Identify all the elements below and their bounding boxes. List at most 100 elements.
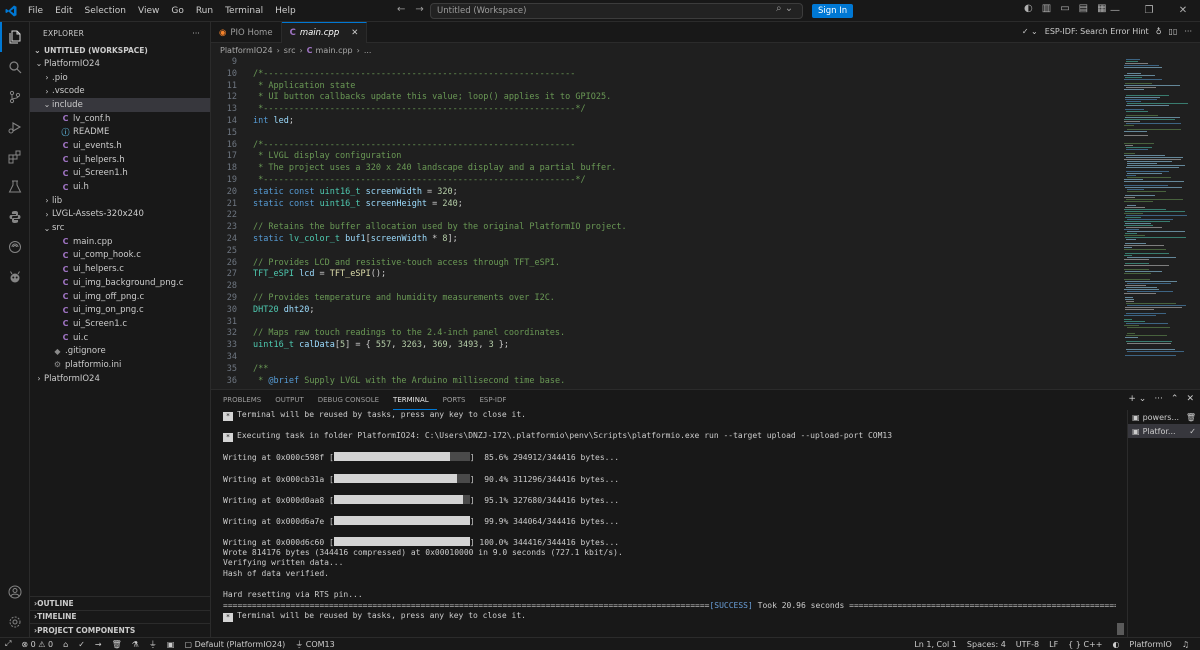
lightbulb-icon[interactable]: ♁ [1156, 27, 1162, 36]
tree-item[interactable]: Cui_img_on_png.c [30, 303, 210, 317]
tree-item[interactable]: Cui_comp_hook.c [30, 249, 210, 263]
code-line[interactable]: 25 [211, 246, 1121, 258]
platformio-icon[interactable] [0, 262, 30, 292]
tree-item[interactable]: Cui.h [30, 180, 210, 194]
code-line[interactable]: 12 * UI button callbacks update this val… [211, 92, 1121, 104]
minimap[interactable] [1121, 57, 1200, 389]
code-line[interactable]: 18 * The project uses a 320 x 240 landsc… [211, 163, 1121, 175]
toggle-secondary-sidebar-icon[interactable]: ▤ [1079, 3, 1088, 14]
tree-item[interactable]: ⌄ src [30, 221, 210, 235]
indentation[interactable]: Spaces: 4 [962, 640, 1011, 649]
tree-item[interactable]: Cui_Screen1.h [30, 167, 210, 181]
code-line[interactable]: 31 [211, 317, 1121, 329]
code-line[interactable]: 20 static const uint16_t screenWidth = 32… [211, 187, 1121, 199]
code-line[interactable]: 19 *------------------------------------… [211, 175, 1121, 187]
tree-item[interactable]: Cui_helpers.h [30, 153, 210, 167]
back-arrow-icon[interactable]: ← [397, 4, 405, 15]
home-icon[interactable]: ⌂ [58, 640, 73, 649]
new-terminal-icon[interactable]: ▣ [162, 640, 180, 649]
forward-arrow-icon[interactable]: → [415, 4, 423, 15]
tree-item[interactable]: ⌄ include [30, 98, 210, 112]
copilot-icon[interactable]: ◐ [1024, 3, 1033, 14]
clean-trash-icon[interactable]: 🗑 [107, 640, 127, 649]
menu-item-view[interactable]: View [132, 0, 165, 22]
tree-item[interactable]: ⓘ README [30, 125, 210, 139]
breadcrumb-item[interactable]: src [284, 46, 296, 55]
maximize-panel-icon[interactable]: ⌃ [1171, 394, 1179, 404]
tree-item[interactable]: Cui.c [30, 331, 210, 345]
source-control-icon[interactable] [0, 82, 30, 112]
tree-item[interactable]: ⚙ platformio.ini [30, 358, 210, 372]
code-line[interactable]: 21 static const uint16_t screenHeight = 2… [211, 199, 1121, 211]
terminal-output[interactable]: * Terminal will be reused by tasks, press… [211, 410, 1116, 638]
code-line[interactable]: 26 // Provides LCD and resistive-touch ac… [211, 258, 1121, 270]
notifications-bell-icon[interactable]: ♫ [1177, 640, 1194, 649]
menu-item-edit[interactable]: Edit [49, 0, 78, 22]
code-line[interactable]: 24 static lv_color_t buf1[screenWidth * 8… [211, 234, 1121, 246]
split-editor-icon[interactable]: ▯▯ [1169, 27, 1178, 36]
explorer-icon[interactable] [0, 22, 30, 52]
tree-item[interactable]: › PlatformIO24 [30, 372, 210, 386]
tab-terminal[interactable]: TERMINAL [393, 390, 437, 410]
esp-idf-hint-button[interactable]: ESP-IDF: Search Error Hint [1045, 27, 1149, 36]
tree-item[interactable]: Cui_events.h [30, 139, 210, 153]
menu-item-go[interactable]: Go [165, 0, 189, 22]
tab-esp-idf[interactable]: ESP-IDF [479, 390, 514, 410]
tab-ports[interactable]: PORTS [443, 390, 474, 410]
accounts-icon[interactable] [0, 577, 30, 607]
menu-item-help[interactable]: Help [269, 0, 302, 22]
code-line[interactable]: 22 [211, 210, 1121, 222]
cursor-position[interactable]: Ln 1, Col 1 [909, 640, 962, 649]
build-check-icon[interactable]: ✓ [73, 640, 90, 649]
code-line[interactable]: 28 [211, 281, 1121, 293]
platformio-status[interactable]: PlatformIO [1124, 640, 1176, 649]
code-line[interactable]: 36 * @brief Supply LVGL with the Arduino… [211, 376, 1121, 388]
scrollbar-thumb[interactable] [1117, 623, 1124, 635]
remote-icon[interactable]: ⤢ [0, 639, 16, 649]
new-terminal-icon[interactable]: + ⌄ [1128, 394, 1146, 404]
settings-gear-icon[interactable] [0, 607, 30, 637]
code-line[interactable]: 10 /*------------------------------------… [211, 69, 1121, 81]
menu-item-file[interactable]: File [22, 0, 49, 22]
copilot-icon[interactable]: ◐ [1107, 640, 1124, 649]
language-mode[interactable]: { } C++ [1063, 640, 1107, 649]
tree-item[interactable]: › .pio [30, 71, 210, 85]
close-tab-icon[interactable]: ✕ [351, 28, 358, 38]
tree-item[interactable]: Cui_img_background_png.c [30, 276, 210, 290]
python-icon[interactable] [0, 202, 30, 232]
code-line[interactable]: 17 * LVGL display configuration [211, 151, 1121, 163]
breadcrumb-item[interactable]: PlatformIO24 [220, 46, 273, 55]
tree-item[interactable]: Cui_helpers.c [30, 262, 210, 276]
workspace-section[interactable]: ⌄ UNTITLED (WORKSPACE) [30, 44, 210, 57]
menu-item-selection[interactable]: Selection [79, 0, 132, 22]
breadcrumb-item[interactable]: ... [364, 46, 372, 55]
code-line[interactable]: 15 [211, 128, 1121, 140]
code-line[interactable]: 14 int led; [211, 116, 1121, 128]
terminal-scrollbar[interactable] [1117, 410, 1127, 638]
code-line[interactable]: 34 [211, 352, 1121, 364]
close-panel-icon[interactable]: ✕ [1186, 394, 1194, 404]
code-line[interactable]: 13 *------------------------------------… [211, 104, 1121, 116]
sign-in-button[interactable]: Sign In [812, 4, 854, 18]
tab-debug-console[interactable]: DEBUG CONSOLE [318, 390, 387, 410]
code-line[interactable]: 16 /*------------------------------------… [211, 140, 1121, 152]
code-editor[interactable]: 9 10 /*-----------------------------------… [211, 57, 1121, 389]
remote-explorer-icon[interactable] [0, 232, 30, 262]
terminal-item-platformio[interactable]: ▣ Platfor... ✓ [1128, 424, 1200, 438]
code-line[interactable]: 35 /** [211, 364, 1121, 376]
run-debug-icon[interactable] [0, 112, 30, 142]
problems-indicator[interactable]: ⊗ 0 ⚠ 0 [16, 640, 58, 649]
code-line[interactable]: 29 // Provides temperature and humidity m… [211, 293, 1121, 305]
tree-item[interactable]: Clv_conf.h [30, 112, 210, 126]
close-icon[interactable]: ✕ [1166, 0, 1200, 22]
code-line[interactable]: 11 * Application state [211, 81, 1121, 93]
sidebar-section-outline[interactable]: › OUTLINE [30, 595, 211, 610]
tree-item[interactable]: › lib [30, 194, 210, 208]
testing-icon[interactable] [0, 172, 30, 202]
tab-pio-home[interactable]: ◉ PIO Home [211, 22, 282, 43]
tree-item[interactable]: Cmain.cpp [30, 235, 210, 249]
port-selector[interactable]: ⏚ COM13 [290, 639, 340, 650]
chat-icon[interactable]: ⌕ ⌄ [776, 3, 793, 14]
menu-item-terminal[interactable]: Terminal [219, 0, 269, 22]
tree-item[interactable]: Cui_Screen1.c [30, 317, 210, 331]
